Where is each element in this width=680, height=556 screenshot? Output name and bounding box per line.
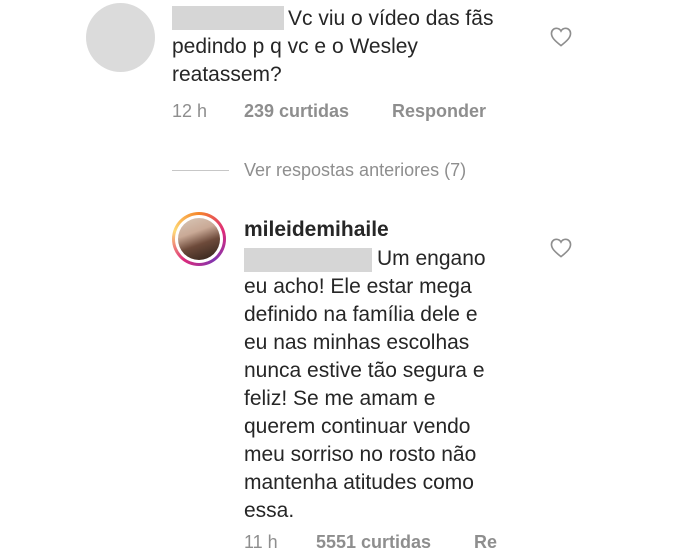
reply-button[interactable]: Responder <box>392 101 486 122</box>
comment-text-line: pedindo p q vc e o Wesley <box>172 35 418 58</box>
reply-button[interactable]: Re <box>474 532 497 553</box>
avatar <box>178 218 220 260</box>
comment-text-line: Vc viu o vídeo das fãs <box>288 7 494 30</box>
likes-count[interactable]: 239 curtidas <box>244 101 349 122</box>
username[interactable]: mileidemihaile <box>244 218 389 242</box>
comment-time: 11 h <box>244 532 278 552</box>
heart-icon[interactable] <box>550 27 572 47</box>
comment-time: 12 h <box>172 101 208 121</box>
comment-text-line: mantenha atitudes como <box>244 471 474 494</box>
comment-text-line: querem continuar vendo <box>244 415 471 438</box>
redacted-username <box>172 6 284 30</box>
likes-count[interactable]: 5551 curtidas <box>316 532 431 553</box>
comment-text-line: definido na família dele e <box>244 303 478 326</box>
avatar-ring-gap <box>175 215 223 263</box>
comment-text-line: reatassem? <box>172 63 282 86</box>
comment-text-line: feliz! Se me amam e <box>244 387 436 410</box>
comment-text-line: eu acho! Ele estar mega <box>244 275 472 298</box>
comment-text-line: eu nas minhas escolhas <box>244 331 470 354</box>
comment-text-line: essa. <box>244 499 295 522</box>
avatar-story-ring[interactable] <box>172 212 226 266</box>
avatar[interactable] <box>86 3 155 72</box>
comment-text-line: Um engano <box>377 247 486 270</box>
divider <box>172 170 229 171</box>
view-previous-replies[interactable]: Ver respostas anteriores (7) <box>244 160 466 181</box>
comment-text-line: nunca estive tão segura e <box>244 359 485 382</box>
redacted-mention <box>244 248 372 272</box>
heart-icon[interactable] <box>550 238 572 258</box>
comment-text-line: meu sorriso no rosto não <box>244 443 477 466</box>
